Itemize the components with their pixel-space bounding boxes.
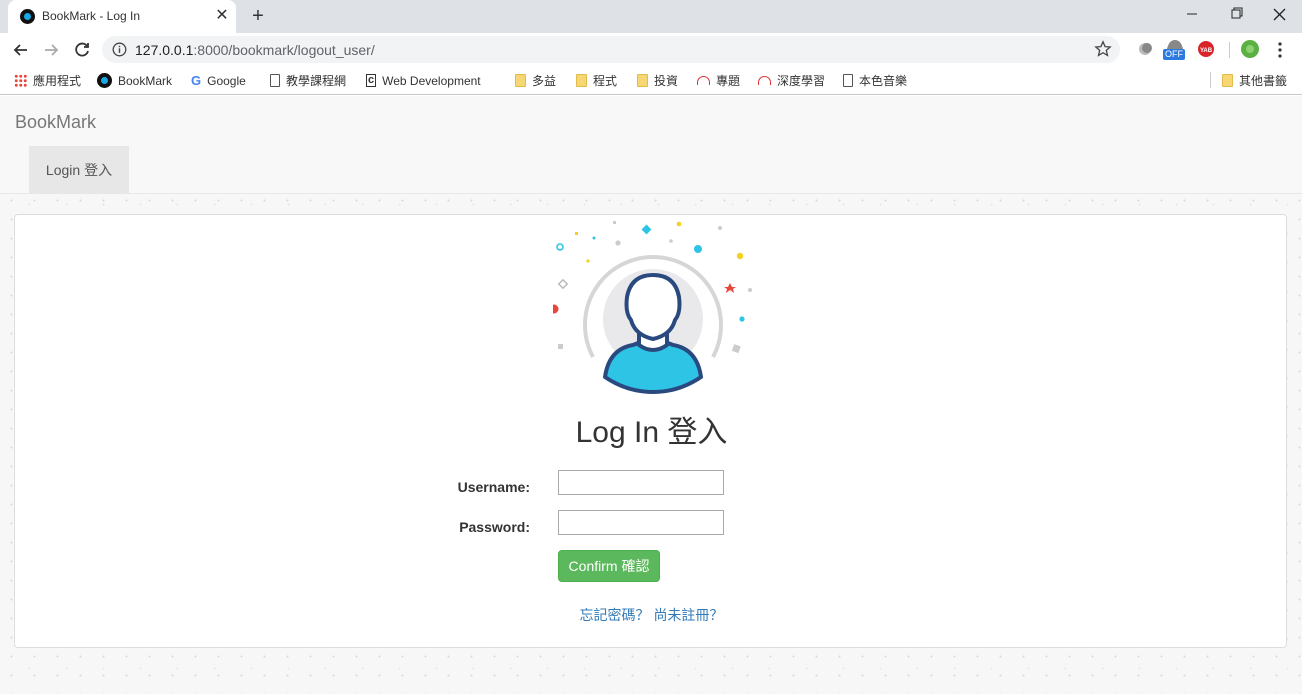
confirm-button[interactable]: Confirm 確認 [558, 550, 660, 582]
bookmark-folder-invest[interactable]: 投資 [637, 72, 678, 89]
bookmark-favicon-icon [97, 73, 112, 88]
username-input[interactable] [558, 470, 724, 495]
forward-icon[interactable] [38, 37, 64, 63]
bookmark-bookmark[interactable]: BookMark [97, 72, 172, 89]
folder-icon [576, 74, 587, 87]
menu-kebab-icon[interactable] [1274, 41, 1286, 59]
bookmark-tutorials[interactable]: 教學課程網 [270, 72, 346, 89]
restore-icon[interactable] [1214, 0, 1258, 30]
register-link[interactable]: 尚未註冊？ [653, 607, 723, 623]
bookmarks-divider [1210, 72, 1211, 88]
folder-icon [1222, 74, 1233, 87]
web-icon [758, 76, 771, 85]
google-icon: G [191, 73, 202, 88]
bookmark-project[interactable]: 專題 [697, 72, 740, 89]
profile-avatar[interactable] [1240, 39, 1260, 59]
bookmark-google[interactable]: G Google [191, 72, 246, 89]
apps-icon [14, 74, 27, 87]
reload-icon[interactable] [69, 37, 95, 63]
page-icon [843, 74, 853, 87]
bookmark-deep-learning[interactable]: 深度學習 [758, 72, 825, 89]
browser-toolbar: 127.0.0.1:8000/bookmark/logout_user/ OFF… [0, 33, 1302, 66]
page-body: BookMark Login 登入 Log In 登入 Username: Pa… [0, 96, 1302, 694]
site-navbar: BookMark Login 登入 [0, 96, 1302, 194]
code-icon: c [366, 74, 377, 87]
user-avatar-icon [553, 221, 752, 394]
toolbar-divider [1229, 42, 1230, 58]
svg-text:YAB: YAB [1200, 48, 1213, 54]
folder-icon [515, 74, 526, 87]
login-panel: Log In 登入 Username: Password: Confirm 確認… [14, 214, 1287, 648]
account-links: 忘記密碼？ 尚未註冊？ [15, 605, 1288, 625]
new-tab-icon[interactable]: + [247, 4, 269, 28]
bookmarks-bar: 應用程式 BookMark G Google 教學課程網 c Web Develop… [0, 66, 1302, 95]
nav-item-login[interactable]: Login 登入 [29, 146, 129, 194]
bookmark-favicon-icon [20, 9, 35, 24]
back-icon[interactable] [8, 37, 34, 63]
folder-icon [637, 74, 648, 87]
extension-yab-icon[interactable]: YAB [1197, 41, 1215, 59]
extension-off-icon[interactable]: OFF [1163, 37, 1187, 63]
username-label: Username: [457, 479, 530, 495]
password-label: Password: [459, 519, 530, 535]
password-input[interactable] [558, 510, 724, 535]
address-bar[interactable]: 127.0.0.1:8000/bookmark/logout_user/ [102, 36, 1120, 63]
star-icon[interactable] [1094, 40, 1112, 58]
close-window-icon[interactable] [1258, 0, 1302, 30]
bookmark-apps[interactable]: 應用程式 [14, 72, 81, 89]
browser-titlebar: BookMark - Log In ✕ + [0, 0, 1302, 33]
login-title: Log In 登入 [575, 416, 728, 449]
page-icon [270, 74, 280, 87]
tab-close-icon[interactable]: ✕ [213, 6, 231, 26]
tab-title: BookMark - Log In [42, 9, 141, 23]
bookmark-other[interactable]: 其他書籤 [1222, 72, 1287, 89]
extension-moon-icon[interactable] [1137, 41, 1153, 57]
web-icon [697, 76, 710, 85]
url-text[interactable]: 127.0.0.1:8000/bookmark/logout_user/ [135, 42, 375, 58]
info-icon[interactable] [112, 42, 127, 57]
bookmark-folder-toeic[interactable]: 多益 [515, 72, 556, 89]
minimize-icon[interactable] [1170, 0, 1214, 30]
bookmark-folder-programs[interactable]: 程式 [576, 72, 617, 89]
forgot-password-link[interactable]: 忘記密碼？ [580, 607, 650, 623]
bookmark-web-development[interactable]: c Web Development [366, 72, 481, 89]
bookmark-music[interactable]: 本色音樂 [843, 72, 907, 89]
browser-tab[interactable]: BookMark - Log In ✕ [8, 0, 236, 33]
site-brand[interactable]: BookMark [15, 112, 96, 133]
